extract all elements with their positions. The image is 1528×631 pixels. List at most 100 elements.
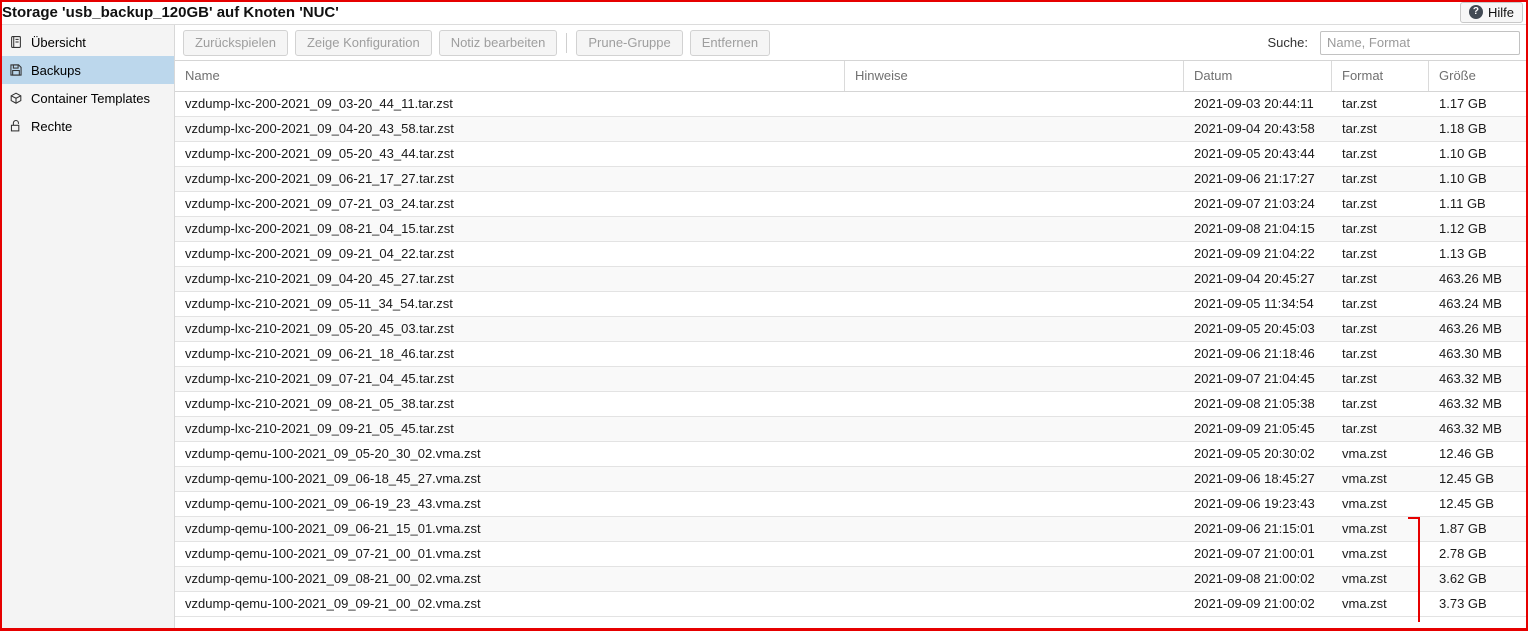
help-button[interactable]: ? Hilfe bbox=[1459, 1, 1523, 23]
table-row[interactable]: vzdump-qemu-100-2021_09_09-21_00_02.vma.… bbox=[175, 592, 1528, 617]
cell-hinweise bbox=[845, 192, 1184, 216]
cell-format: tar.zst bbox=[1342, 296, 1377, 311]
sidebar-item-label: Container Templates bbox=[31, 90, 150, 106]
cell-hinweise bbox=[845, 242, 1184, 266]
cell-hinweise bbox=[845, 117, 1184, 141]
table-row[interactable]: vzdump-lxc-210-2021_09_08-21_05_38.tar.z… bbox=[175, 392, 1528, 417]
main-area: Übersicht Backups Container Templates Recht… bbox=[0, 25, 1528, 631]
sidebar-item-container-templates[interactable]: Container Templates bbox=[0, 84, 174, 112]
cell-format: tar.zst bbox=[1342, 196, 1377, 211]
permissions-icon bbox=[8, 119, 23, 134]
cell-hinweise bbox=[845, 467, 1184, 491]
table-row[interactable]: vzdump-lxc-200-2021_09_04-20_43_58.tar.z… bbox=[175, 117, 1528, 142]
cell-format: tar.zst bbox=[1342, 146, 1377, 161]
table-row[interactable]: vzdump-lxc-210-2021_09_09-21_05_45.tar.z… bbox=[175, 417, 1528, 442]
table-row[interactable]: vzdump-lxc-200-2021_09_08-21_04_15.tar.z… bbox=[175, 217, 1528, 242]
table-row[interactable]: vzdump-qemu-100-2021_09_05-20_30_02.vma.… bbox=[175, 442, 1528, 467]
cell-name: vzdump-lxc-210-2021_09_09-21_05_45.tar.z… bbox=[185, 421, 454, 436]
cell-gr-e: 1.10 GB bbox=[1439, 171, 1487, 186]
cell-format: tar.zst bbox=[1342, 321, 1377, 336]
cell-gr-e: 1.10 GB bbox=[1439, 146, 1487, 161]
column-header-name[interactable]: Name bbox=[175, 61, 845, 91]
cell-gr-e: 1.17 GB bbox=[1439, 96, 1487, 111]
table-row[interactable]: vzdump-qemu-100-2021_09_06-19_23_43.vma.… bbox=[175, 492, 1528, 517]
table-row[interactable]: vzdump-lxc-200-2021_09_06-21_17_27.tar.z… bbox=[175, 167, 1528, 192]
notiz-bearbeiten-button[interactable]: Notiz bearbeiten bbox=[438, 29, 558, 56]
cell-gr-e: 463.32 MB bbox=[1439, 396, 1502, 411]
backups-icon bbox=[8, 63, 23, 78]
sidebar-item-label: Übersicht bbox=[31, 34, 86, 50]
cell-hinweise bbox=[845, 317, 1184, 341]
table-row[interactable]: vzdump-qemu-100-2021_09_06-18_45_27.vma.… bbox=[175, 467, 1528, 492]
sidebar-item-rechte[interactable]: Rechte bbox=[0, 112, 174, 140]
cell-gr-e: 3.62 GB bbox=[1439, 571, 1487, 586]
overview-icon bbox=[8, 35, 23, 50]
cell-hinweise bbox=[845, 567, 1184, 591]
table-row[interactable]: vzdump-lxc-210-2021_09_05-20_45_03.tar.z… bbox=[175, 317, 1528, 342]
table-row[interactable]: vzdump-qemu-100-2021_09_07-21_00_01.vma.… bbox=[175, 542, 1528, 567]
cell-format: tar.zst bbox=[1342, 171, 1377, 186]
cell-gr-e: 463.24 MB bbox=[1439, 296, 1502, 311]
cell-format: vma.zst bbox=[1342, 546, 1387, 561]
table-row[interactable]: vzdump-lxc-210-2021_09_07-21_04_45.tar.z… bbox=[175, 367, 1528, 392]
cell-datum: 2021-09-08 21:05:38 bbox=[1194, 396, 1315, 411]
backups-table: Name Hinweise Datum Format Größe vzdump-lxc-… bbox=[175, 60, 1528, 631]
cell-gr-e: 12.46 GB bbox=[1439, 446, 1494, 461]
table-row[interactable]: vzdump-lxc-210-2021_09_06-21_18_46.tar.z… bbox=[175, 342, 1528, 367]
column-header-gr-e[interactable]: Größe bbox=[1429, 61, 1528, 91]
table-row[interactable]: vzdump-lxc-200-2021_09_07-21_03_24.tar.z… bbox=[175, 192, 1528, 217]
table-row[interactable]: vzdump-lxc-200-2021_09_05-20_43_44.tar.z… bbox=[175, 142, 1528, 167]
table-row[interactable]: vzdump-qemu-100-2021_09_06-21_15_01.vma.… bbox=[175, 517, 1528, 542]
cell-datum: 2021-09-07 21:03:24 bbox=[1194, 196, 1315, 211]
table-row[interactable]: vzdump-lxc-200-2021_09_03-20_44_11.tar.z… bbox=[175, 92, 1528, 117]
cell-datum: 2021-09-06 21:18:46 bbox=[1194, 346, 1315, 361]
table-row[interactable]: vzdump-lxc-210-2021_09_05-11_34_54.tar.z… bbox=[175, 292, 1528, 317]
sidebar-item-label: Rechte bbox=[31, 118, 73, 134]
proxmox-storage-panel: Storage 'usb_backup_120GB' auf Knoten 'N… bbox=[0, 0, 1528, 631]
cell-format: tar.zst bbox=[1342, 396, 1377, 411]
table-row[interactable]: vzdump-lxc-200-2021_09_09-21_04_22.tar.z… bbox=[175, 242, 1528, 267]
prune-gruppe-button[interactable]: Prune-Gruppe bbox=[576, 29, 683, 56]
cell-format: vma.zst bbox=[1342, 521, 1387, 536]
column-header-datum[interactable]: Datum bbox=[1184, 61, 1332, 91]
cell-hinweise bbox=[845, 92, 1184, 116]
zeige-konfiguration-button[interactable]: Zeige Konfiguration bbox=[294, 29, 432, 56]
sidebar-item-bersicht[interactable]: Übersicht bbox=[0, 28, 174, 56]
toolbar-separator bbox=[566, 32, 568, 53]
cell-datum: 2021-09-03 20:44:11 bbox=[1194, 96, 1314, 111]
column-header-hinweise[interactable]: Hinweise bbox=[845, 61, 1184, 91]
cell-gr-e: 1.11 GB bbox=[1439, 196, 1486, 211]
cell-format: tar.zst bbox=[1342, 96, 1377, 111]
search-input[interactable] bbox=[1320, 30, 1520, 55]
cell-name: vzdump-lxc-210-2021_09_05-11_34_54.tar.z… bbox=[185, 296, 453, 311]
cell-hinweise bbox=[845, 492, 1184, 516]
cell-format: vma.zst bbox=[1342, 496, 1387, 511]
cell-format: tar.zst bbox=[1342, 221, 1377, 236]
cell-gr-e: 1.18 GB bbox=[1439, 121, 1487, 136]
cell-datum: 2021-09-08 21:00:02 bbox=[1194, 571, 1315, 586]
cell-gr-e: 12.45 GB bbox=[1439, 496, 1494, 511]
cell-name: vzdump-lxc-200-2021_09_03-20_44_11.tar.z… bbox=[185, 96, 453, 111]
content-panel: Zurückspielen Zeige Konfiguration Notiz be… bbox=[175, 25, 1528, 631]
cell-format: vma.zst bbox=[1342, 571, 1387, 586]
column-header-format[interactable]: Format bbox=[1332, 61, 1429, 91]
cell-datum: 2021-09-07 21:04:45 bbox=[1194, 371, 1315, 386]
table-row[interactable]: vzdump-qemu-100-2021_09_08-21_00_02.vma.… bbox=[175, 567, 1528, 592]
cell-gr-e: 463.26 MB bbox=[1439, 321, 1502, 336]
cell-name: vzdump-qemu-100-2021_09_06-19_23_43.vma.… bbox=[185, 496, 481, 511]
entfernen-button[interactable]: Entfernen bbox=[689, 29, 771, 56]
cell-hinweise bbox=[845, 392, 1184, 416]
table-row[interactable]: vzdump-lxc-210-2021_09_04-20_45_27.tar.z… bbox=[175, 267, 1528, 292]
cell-gr-e: 463.32 MB bbox=[1439, 421, 1502, 436]
cell-datum: 2021-09-09 21:00:02 bbox=[1194, 596, 1315, 611]
sidebar-item-backups[interactable]: Backups bbox=[0, 56, 174, 84]
cell-datum: 2021-09-04 20:43:58 bbox=[1194, 121, 1315, 136]
cell-gr-e: 12.45 GB bbox=[1439, 471, 1494, 486]
container-templates-icon bbox=[8, 91, 23, 106]
cell-datum: 2021-09-05 11:34:54 bbox=[1194, 296, 1314, 311]
cell-datum: 2021-09-05 20:45:03 bbox=[1194, 321, 1315, 336]
cell-format: vma.zst bbox=[1342, 446, 1387, 461]
cell-datum: 2021-09-07 21:00:01 bbox=[1194, 546, 1315, 561]
cell-hinweise bbox=[845, 142, 1184, 166]
zur-ckspielen-button[interactable]: Zurückspielen bbox=[183, 29, 288, 56]
